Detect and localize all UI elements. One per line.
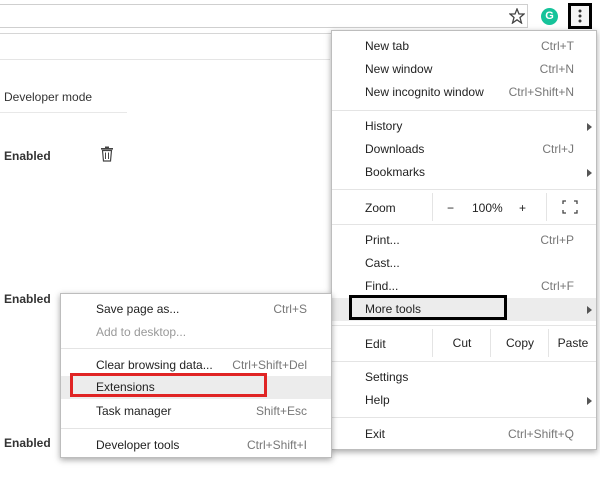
zoom-level: 100% <box>472 201 503 215</box>
menu-divider <box>61 428 331 429</box>
menu-item-new-window[interactable]: New window Ctrl+N <box>332 58 596 81</box>
grammarly-icon[interactable]: G <box>541 8 558 25</box>
divider <box>0 112 127 113</box>
enabled-label: Enabled <box>4 436 51 450</box>
menu-button[interactable] <box>568 3 592 29</box>
menu-item-settings[interactable]: Settings <box>332 366 596 389</box>
vertical-dots-icon <box>578 9 582 23</box>
paste-button[interactable]: Paste <box>548 329 597 357</box>
menu-item-new-tab[interactable]: New tab Ctrl+T <box>332 35 596 58</box>
menu-zoom-row: Zoom − 100% + <box>332 193 596 221</box>
chevron-right-icon <box>587 397 592 405</box>
fullscreen-icon[interactable] <box>562 200 578 214</box>
menu-divider <box>332 417 596 418</box>
menu-item-print[interactable]: Print... Ctrl+P <box>332 229 596 252</box>
copy-button[interactable]: Copy <box>490 329 549 357</box>
menu-divider <box>332 361 596 362</box>
menu-item-history[interactable]: History <box>332 115 596 138</box>
chevron-right-icon <box>587 306 592 314</box>
extensions-highlight-box <box>70 373 267 397</box>
menu-item-new-incognito[interactable]: New incognito window Ctrl+Shift+N <box>332 81 596 104</box>
menu-item-help[interactable]: Help <box>332 389 596 412</box>
menu-edit-row: Edit Cut Copy Paste <box>332 329 596 357</box>
chevron-right-icon <box>587 123 592 131</box>
submenu-item-save-page[interactable]: Save page as... Ctrl+S <box>61 298 331 321</box>
address-bar[interactable] <box>0 4 528 28</box>
menu-item-bookmarks[interactable]: Bookmarks <box>332 161 596 184</box>
menu-item-downloads[interactable]: Downloads Ctrl+J <box>332 138 596 161</box>
trash-icon[interactable] <box>100 146 114 162</box>
more-tools-highlight-box <box>349 295 507 320</box>
chrome-main-menu: New tab Ctrl+T New window Ctrl+N New inc… <box>331 30 597 450</box>
more-tools-submenu: Save page as... Ctrl+S Add to desktop...… <box>60 293 332 458</box>
zoom-label: Zoom <box>365 201 396 215</box>
menu-divider <box>61 348 331 349</box>
menu-item-cast[interactable]: Cast... <box>332 252 596 275</box>
zoom-in-button[interactable]: + <box>519 201 526 215</box>
page-header-divider <box>0 35 330 60</box>
menu-divider <box>332 189 596 190</box>
menu-divider <box>332 110 596 111</box>
edit-label: Edit <box>365 337 386 351</box>
cut-button[interactable]: Cut <box>432 329 491 357</box>
menu-item-exit[interactable]: Exit Ctrl+Shift+Q <box>332 423 596 446</box>
menu-divider <box>332 325 596 326</box>
omnibox-bar <box>0 0 528 34</box>
submenu-item-developer-tools[interactable]: Developer tools Ctrl+Shift+I <box>61 434 331 457</box>
submenu-item-task-manager[interactable]: Task manager Shift+Esc <box>61 400 331 423</box>
developer-mode-label: Developer mode <box>4 90 93 104</box>
menu-divider <box>332 224 596 225</box>
enabled-label: Enabled <box>4 149 51 163</box>
enabled-label: Enabled <box>4 292 51 306</box>
star-icon[interactable] <box>509 8 525 24</box>
submenu-item-add-to-desktop: Add to desktop... <box>96 325 187 339</box>
chevron-right-icon <box>587 169 592 177</box>
zoom-out-button[interactable]: − <box>447 201 454 215</box>
